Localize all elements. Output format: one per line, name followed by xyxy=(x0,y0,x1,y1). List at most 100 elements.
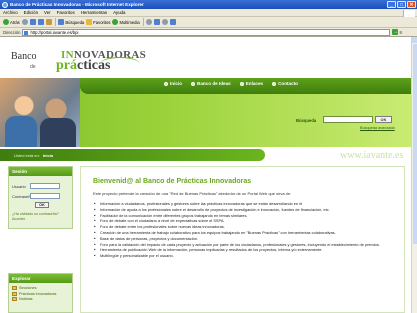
list-item: Multilíngüe y personalizable por el usua… xyxy=(93,253,398,258)
window-title: Banco de Prácticas Innovadoras - Microso… xyxy=(10,1,144,7)
list-item: Foro de debate con el ciudadano a nivel … xyxy=(93,218,398,223)
search-input[interactable] xyxy=(323,116,373,123)
password-input[interactable] xyxy=(30,193,60,199)
list-item: Herramienta de publicación Web de la inf… xyxy=(93,247,398,252)
multimedia-toolbar-label: Multimedia xyxy=(119,19,140,25)
feature-list: Información a ciudadanos, profesionales … xyxy=(93,201,398,259)
home-icon xyxy=(45,19,52,25)
breadcrumb: Usted está en: Inicio xyxy=(0,149,265,161)
favorites-toolbar-button[interactable]: Favoritos xyxy=(86,19,110,25)
breadcrumb-current[interactable]: Inicio xyxy=(43,153,53,158)
mail-icon xyxy=(154,19,161,25)
menu-ver[interactable]: Ver xyxy=(44,10,51,15)
address-url: http://portal.iavante.es/bpi xyxy=(30,29,79,35)
refresh-icon xyxy=(37,19,44,25)
nav-inicio[interactable]: Inicio xyxy=(164,81,182,86)
logo-de: de xyxy=(30,64,36,70)
close-button[interactable]: ✕ xyxy=(407,1,416,8)
list-item: Información de ayuda a los profesionales… xyxy=(93,207,398,212)
page-viewport: Banco de INNOVADORAS prácticas Inicio Ba… xyxy=(0,37,411,313)
windows-logo-icon xyxy=(403,9,415,17)
advanced-search-link[interactable]: Búsqueda avanzada xyxy=(360,126,395,130)
explore-panel: Explorar Secciones Prácticas innovadoras… xyxy=(8,273,73,313)
window-titlebar: Banco de Prácticas Innovadoras - Microso… xyxy=(0,0,417,9)
main-content: Bienvenid@ al Banco de Prácticas Innovad… xyxy=(80,166,405,313)
forward-button[interactable] xyxy=(21,19,28,25)
list-item: Facilitador de la comunicación entre dif… xyxy=(93,213,398,218)
back-label: Atrás xyxy=(10,19,20,25)
menu-archivo[interactable]: Archivo xyxy=(3,10,18,15)
scroll-up-icon[interactable] xyxy=(412,37,417,43)
home-button[interactable] xyxy=(45,19,52,25)
print-button[interactable] xyxy=(162,19,169,25)
refresh-button[interactable] xyxy=(37,19,44,25)
nav-contacto[interactable]: Contacto xyxy=(272,81,298,86)
explore-item-secciones[interactable]: Secciones xyxy=(12,286,56,290)
page-title: Bienvenid@ al Banco de Prácticas Innovad… xyxy=(93,178,252,185)
menu-ayuda[interactable]: Ayuda xyxy=(113,10,125,15)
internet-explorer-icon xyxy=(2,1,8,8)
list-item: Creación de una herramienta de trabajo c… xyxy=(93,230,398,235)
printer-icon xyxy=(162,19,169,25)
list-item: Información a ciudadanos, profesionales … xyxy=(93,201,398,206)
go-button[interactable]: → Ir xyxy=(392,29,402,35)
explore-item-practicas[interactable]: Prácticas innovadoras xyxy=(12,291,56,296)
username-row: Usuario xyxy=(12,183,60,189)
bullet-icon xyxy=(191,81,195,86)
login-ok-button[interactable]: OK xyxy=(35,202,49,208)
folder-icon xyxy=(12,286,17,290)
menu-herramientas[interactable]: Herramientas xyxy=(81,10,107,15)
folder-icon xyxy=(12,297,17,302)
bullet-icon xyxy=(272,81,277,86)
mail-button[interactable] xyxy=(154,19,161,25)
login-panel-title: Sesión xyxy=(9,167,72,176)
favorites-toolbar-label: Favoritos xyxy=(93,19,111,25)
forgot-password-link[interactable]: ¿Ha olvidado su contraseña? Acceder xyxy=(12,212,72,222)
address-input[interactable]: http://portal.iavante.es/bpi xyxy=(22,28,391,36)
search-ok-button[interactable]: OK xyxy=(375,116,392,123)
stop-button[interactable] xyxy=(29,19,36,25)
menu-edicion[interactable]: Edición xyxy=(24,10,38,15)
vertical-scrollbar[interactable] xyxy=(411,37,417,313)
toolbar-separator xyxy=(142,18,144,26)
stop-icon xyxy=(29,19,36,25)
scroll-thumb[interactable] xyxy=(412,44,417,244)
star-icon xyxy=(86,19,93,25)
folder-icon xyxy=(12,291,17,296)
menu-favoritos[interactable]: Favoritos xyxy=(57,10,75,15)
login-panel: Sesión Usuario Contraseña OK ¿Ha olvidad… xyxy=(8,166,73,229)
search-icon xyxy=(58,19,65,25)
list-item: Base de datos de personas, proyectos y d… xyxy=(93,236,398,241)
go-label: Ir xyxy=(399,29,403,35)
edit-button[interactable] xyxy=(170,19,177,25)
nav-enlaces[interactable]: Enlaces xyxy=(239,81,263,86)
window-controls: _ □ ✕ xyxy=(387,1,416,8)
explore-item-noticias[interactable]: Noticias xyxy=(12,297,56,302)
bullet-icon xyxy=(164,81,168,86)
username-input[interactable] xyxy=(30,183,60,189)
maximize-button[interactable]: □ xyxy=(397,1,406,8)
password-label: Contraseña xyxy=(12,193,33,199)
hero-photo xyxy=(0,78,80,147)
history-button[interactable] xyxy=(146,19,153,25)
intro-text: Este proyecto pretende la creación de un… xyxy=(93,191,292,196)
multimedia-icon xyxy=(112,19,119,25)
minimize-button[interactable]: _ xyxy=(387,1,396,8)
search-label: Búsqueda xyxy=(296,118,317,123)
multimedia-toolbar-button[interactable]: Multimedia xyxy=(112,19,140,25)
bullet-icon xyxy=(239,81,244,86)
list-item: Foro de debate entre los profesionales s… xyxy=(93,224,398,229)
password-row: Contraseña xyxy=(12,193,60,199)
go-arrow-icon: → xyxy=(392,29,399,35)
back-button[interactable]: Atrás xyxy=(3,19,20,25)
search-toolbar-button[interactable]: Búsqueda xyxy=(58,19,84,25)
browser-toolbar: Atrás Búsqueda Favoritos Multimedia xyxy=(0,17,417,28)
edit-icon xyxy=(170,19,177,25)
list-item: Foro para la validación del impacto de c… xyxy=(93,242,398,247)
username-label: Usuario xyxy=(12,183,26,189)
nav-banco-de-ideas[interactable]: Banco de Ideas xyxy=(191,81,231,86)
nav-band: Inicio Banco de Ideas Enlaces Contacto xyxy=(80,78,411,94)
logo-swoosh xyxy=(100,57,140,71)
logo-banco: Banco xyxy=(11,51,37,62)
explore-panel-title: Explorar xyxy=(9,274,72,283)
